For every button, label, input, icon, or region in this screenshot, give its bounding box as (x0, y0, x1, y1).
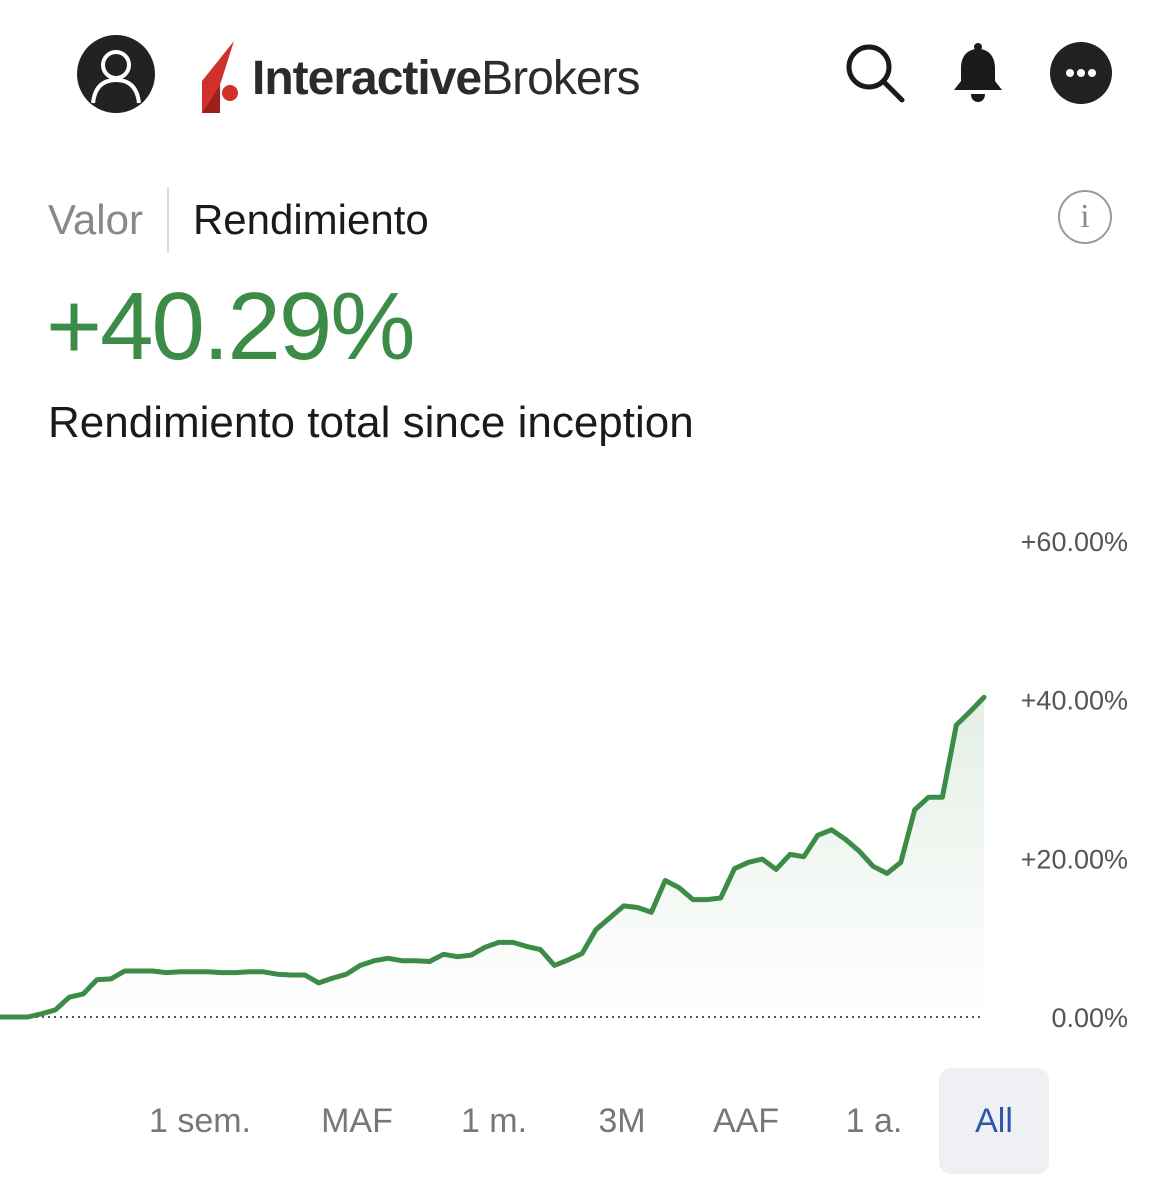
range-button-aaf[interactable]: AAF (691, 1068, 801, 1174)
app-header: InteractiveBrokers (0, 0, 1165, 150)
info-button[interactable]: i (1058, 190, 1112, 244)
chart-y-tick-label: 0.00% (1051, 1003, 1128, 1033)
notifications-button[interactable] (946, 40, 1010, 104)
chart-y-tick-label: +40.00% (1021, 686, 1128, 716)
brand-name-regular: Brokers (481, 51, 640, 105)
view-tabs: Valor Rendimiento (48, 185, 429, 255)
avatar[interactable] (77, 35, 155, 113)
chart-y-tick-label: +60.00% (1021, 527, 1128, 557)
performance-chart: +60.00% +40.00% +20.00% 0.00% (0, 527, 1128, 1033)
range-button-1-m[interactable]: 1 m. (439, 1068, 549, 1174)
search-button[interactable] (842, 40, 906, 104)
total-return-label: Rendimiento total since inception (48, 398, 694, 447)
brand-name-bold: Interactive (252, 51, 482, 105)
brand-logo: InteractiveBrokers (200, 38, 641, 118)
range-button-3m[interactable]: 3M (572, 1068, 672, 1174)
search-icon (846, 44, 905, 103)
range-button-maf[interactable]: MAF (302, 1068, 412, 1174)
more-menu-button[interactable] (1050, 42, 1112, 104)
avatar-icon (91, 50, 141, 104)
chart-y-tick-label: +20.00% (1021, 844, 1128, 874)
total-return-value: +40.29% (46, 273, 416, 380)
time-range-selector: 1 sem. MAF 1 m. 3M AAF 1 a. All (120, 1068, 1060, 1174)
brand-logo-icon (202, 41, 238, 113)
range-button-1-a[interactable]: 1 a. (824, 1068, 924, 1174)
info-icon: i (1080, 198, 1090, 235)
bell-icon (954, 43, 1002, 102)
tab-valor[interactable]: Valor (48, 196, 167, 244)
more-icon (1066, 69, 1096, 77)
brand-name: InteractiveBrokers (252, 51, 641, 106)
tab-divider (166, 187, 169, 253)
range-button-1-sem[interactable]: 1 sem. (130, 1068, 270, 1174)
range-button-all[interactable]: All (939, 1068, 1049, 1174)
tab-rendimiento[interactable]: Rendimiento (193, 196, 429, 244)
